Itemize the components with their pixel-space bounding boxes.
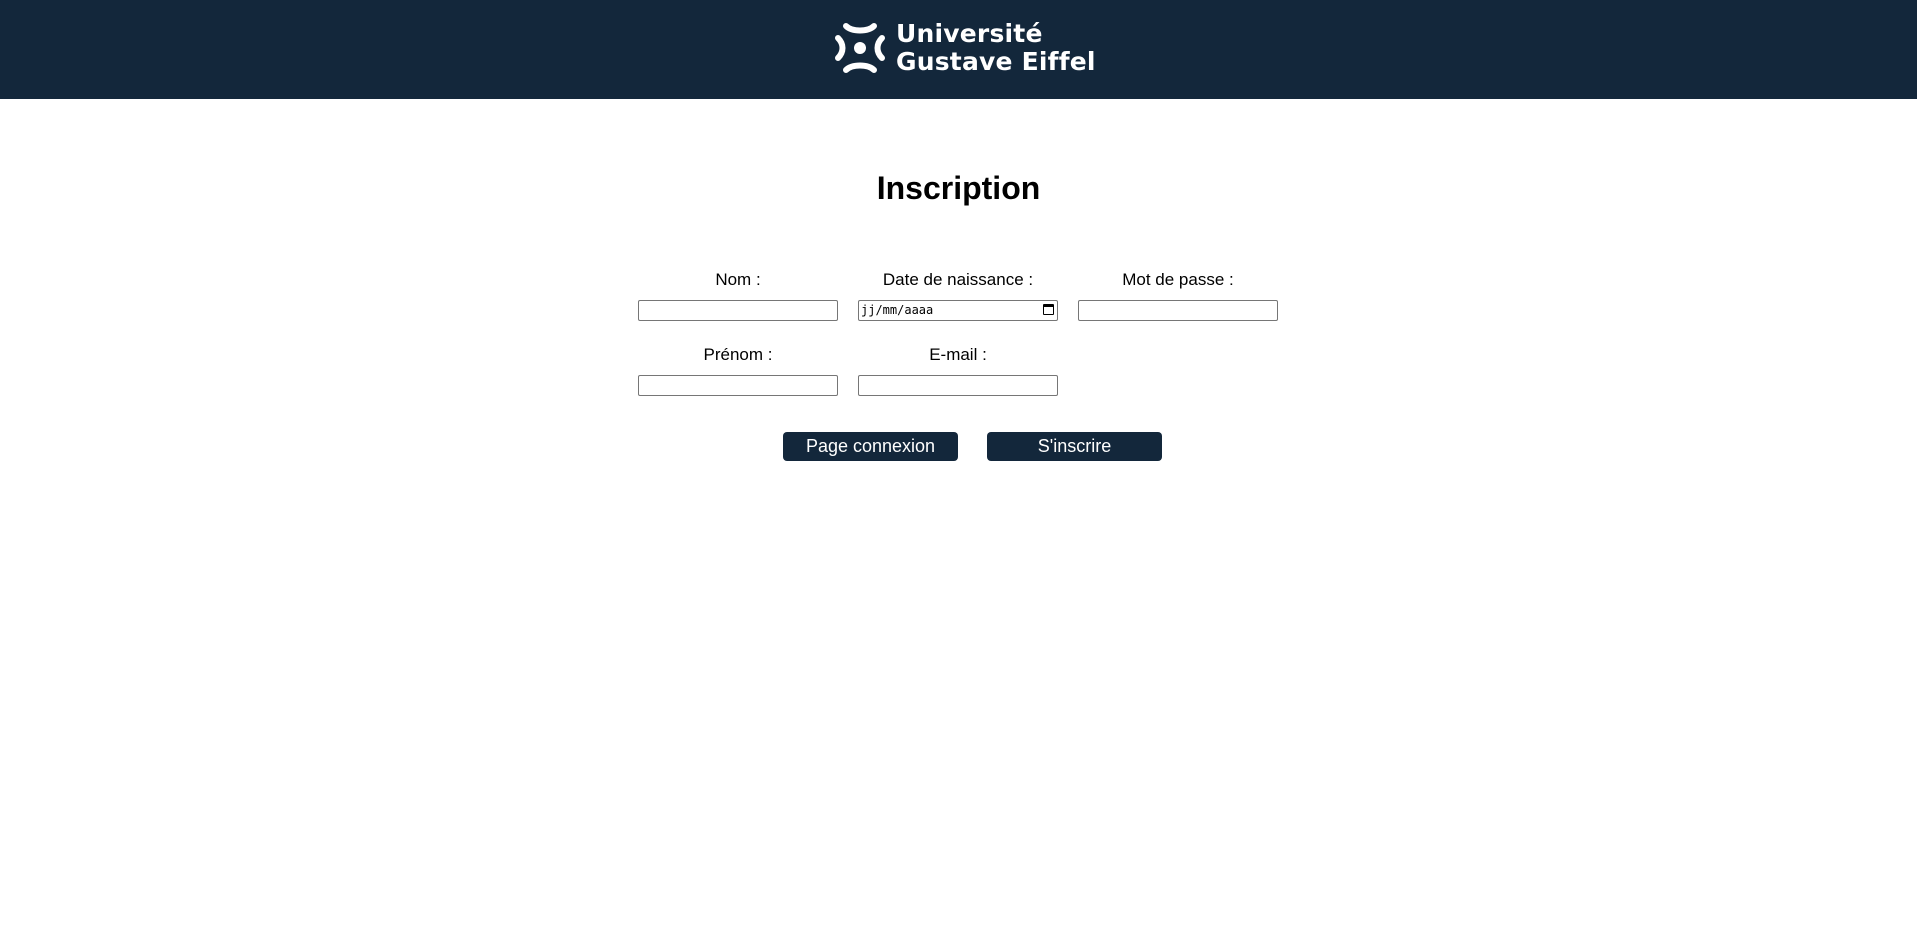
nom-label: Nom : [715,270,761,289]
password-input[interactable] [1078,300,1278,321]
page-title: Inscription [876,170,1041,206]
nom-input[interactable] [638,300,838,321]
email-label: E-mail : [929,345,987,364]
date-input[interactable]: jj/mm/aaaa [858,300,1058,321]
logo-line-1: Université [896,19,1043,48]
date-field-group: Date de naissance : jj/mm/aaaa [858,270,1058,321]
email-input[interactable] [858,375,1058,396]
nom-field-group: Nom : [638,270,838,321]
prenom-field-group: Prénom : [638,345,838,396]
logo-line-2: Gustave Eiffel [896,47,1096,76]
site-header: Université Gustave Eiffel [0,0,1917,99]
university-logo-icon [835,23,885,73]
sinscrire-button[interactable]: S'inscrire [987,432,1162,461]
prenom-label: Prénom : [703,345,773,364]
university-logo: Université Gustave Eiffel [834,20,1096,76]
date-placeholder: jj/mm/aaaa [861,303,934,317]
prenom-input[interactable] [638,375,838,396]
password-field-group: Mot de passe : [1078,270,1278,321]
calendar-icon[interactable] [1043,304,1054,315]
date-label: Date de naissance : [882,270,1034,289]
email-field-group: E-mail : [858,345,1058,396]
logo-text: Université Gustave Eiffel [896,20,1096,76]
page-connexion-button[interactable]: Page connexion [783,432,958,461]
password-label: Mot de passe : [1122,270,1234,289]
